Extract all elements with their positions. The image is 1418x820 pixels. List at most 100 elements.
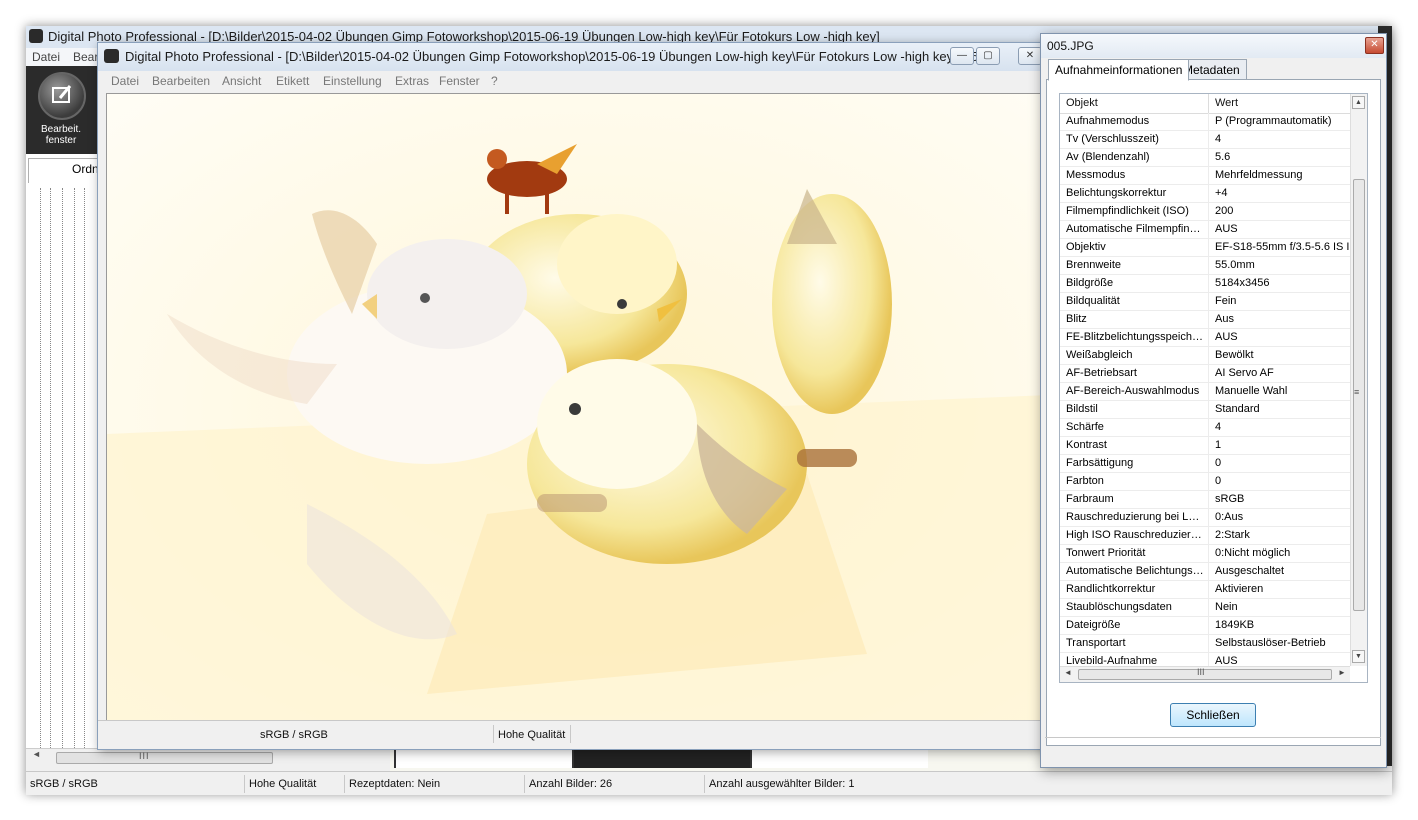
info-value: EF-S18-55mm f/3.5-5.6 IS II — [1215, 241, 1349, 253]
status-divider — [244, 775, 245, 793]
scroll-left-icon[interactable]: ◄ — [32, 749, 41, 759]
menu-etikett[interactable]: Etikett — [276, 74, 309, 88]
tab-folders-label: Ordn — [72, 162, 99, 176]
menu-ansicht[interactable]: Ansicht — [222, 74, 261, 88]
list-item[interactable]: Farbton 0 — [1060, 473, 1350, 491]
column-divider — [1208, 221, 1209, 238]
info-key: Randlichtkorrektur — [1066, 583, 1156, 595]
list-item[interactable]: Tonwert Priorität 0:Nicht möglich — [1060, 545, 1350, 563]
status-selected-count: Anzahl ausgewählter Bilder: 1 — [709, 778, 855, 790]
list-item[interactable]: Dateigröße 1849KB — [1060, 617, 1350, 635]
tab-shooting-info[interactable]: Aufnahmeinformationen — [1048, 59, 1190, 81]
tree-guide — [74, 188, 75, 748]
list-item[interactable]: Kontrast 1 — [1060, 437, 1350, 455]
status-color-space: sRGB / sRGB — [260, 729, 328, 741]
info-value: Aus — [1215, 313, 1234, 325]
info-key: Schärfe — [1066, 421, 1104, 433]
status-image-count: Anzahl Bilder: 26 — [529, 778, 613, 790]
list-item[interactable]: Aufnahmemodus P (Programmautomatik) — [1060, 113, 1350, 131]
list-item[interactable]: High ISO Rauschreduzierung 2:Stark — [1060, 527, 1350, 545]
list-item[interactable]: Weißabgleich Bewölkt — [1060, 347, 1350, 365]
scroll-right-icon[interactable]: ► — [1338, 668, 1346, 677]
info-key: Kontrast — [1066, 439, 1107, 451]
list-header: Objekt Wert — [1060, 94, 1350, 114]
scroll-grip-icon: ≡ — [1354, 387, 1360, 397]
shooting-info-list[interactable]: Objekt Wert Aufnahmemodus P (Programmauto… — [1059, 93, 1368, 683]
list-item[interactable]: FE-Blitzbelichtungsspeicher... AUS — [1060, 329, 1350, 347]
menu-bearbeiten[interactable]: Bearbeiten — [152, 74, 210, 88]
edit-menubar: Datei Bearbeiten Ansicht Etikett Einstel… — [98, 71, 1076, 91]
menu-bearbeiten[interactable]: Bear — [73, 50, 98, 64]
list-item[interactable]: Farbraum sRGB — [1060, 491, 1350, 509]
menu-datei[interactable]: Datei — [32, 50, 60, 64]
column-header-value[interactable]: Wert — [1215, 97, 1238, 109]
edit-statusbar: sRGB / sRGB Hohe Qualität — [98, 720, 1076, 747]
info-key: Brennweite — [1066, 259, 1122, 271]
scroll-thumb[interactable] — [1078, 669, 1332, 680]
list-item[interactable]: Bildgröße 5184x3456 — [1060, 275, 1350, 293]
list-item[interactable]: Bildstil Standard — [1060, 401, 1350, 419]
photo-canvas[interactable] — [106, 93, 1074, 722]
list-item[interactable]: Messmodus Mehrfeldmessung — [1060, 167, 1350, 185]
list-item[interactable]: Staublöschungsdaten Nein — [1060, 599, 1350, 617]
edit-titlebar[interactable]: Digital Photo Professional - [D:\Bilder\… — [98, 43, 1076, 71]
list-item[interactable]: Automatische Filmempfindli... AUS — [1060, 221, 1350, 239]
menu-help[interactable]: ? — [491, 74, 498, 88]
list-item[interactable]: AF-Bereich-Auswahlmodus Manuelle Wahl — [1060, 383, 1350, 401]
edit-window-button-label: Bearbeit. fenster — [40, 124, 82, 146]
list-item[interactable]: Transportart Selbstauslöser-Betrieb — [1060, 635, 1350, 653]
info-value: 0 — [1215, 457, 1222, 469]
list-item[interactable]: Belichtungskorrektur +4 — [1060, 185, 1350, 203]
info-value: P (Programmautomatik) — [1215, 115, 1332, 127]
menu-extras[interactable]: Extras — [395, 74, 429, 88]
maximize-button[interactable]: ▢ — [976, 47, 1000, 65]
scroll-up-icon[interactable]: ▲ — [1352, 96, 1365, 109]
info-value: Ausgeschaltet — [1215, 565, 1285, 577]
scroll-left-icon[interactable]: ◄ — [1064, 668, 1072, 677]
list-item[interactable]: Rauschreduzierung bei Lan... 0:Aus — [1060, 509, 1350, 527]
list-item[interactable]: Blitz Aus — [1060, 311, 1350, 329]
thumbnail-cell[interactable] — [572, 750, 750, 768]
menu-fenster[interactable]: Fenster — [439, 74, 480, 88]
close-button[interactable]: ✕ — [1018, 47, 1042, 65]
list-item[interactable]: Brennweite 55.0mm — [1060, 257, 1350, 275]
list-item[interactable]: Randlichtkorrektur Aktivieren — [1060, 581, 1350, 599]
column-divider — [1208, 293, 1209, 310]
list-item[interactable]: Av (Blendenzahl) 5.6 — [1060, 149, 1350, 167]
scroll-down-icon[interactable]: ▼ — [1352, 650, 1365, 663]
thumbnail-cell[interactable] — [394, 750, 572, 768]
list-item[interactable]: Tv (Verschlusszeit) 4 — [1060, 131, 1350, 149]
edit-window-button[interactable] — [38, 72, 86, 120]
list-item[interactable]: Bildqualität Fein — [1060, 293, 1350, 311]
column-divider — [1208, 311, 1209, 328]
thumbnail-cell[interactable] — [750, 750, 928, 768]
info-value: AI Servo AF — [1215, 367, 1274, 379]
menu-einstellung[interactable]: Einstellung — [323, 74, 382, 88]
column-divider[interactable] — [1208, 94, 1209, 113]
list-item[interactable]: Objektiv EF-S18-55mm f/3.5-5.6 IS II — [1060, 239, 1350, 257]
column-divider — [1208, 491, 1209, 508]
list-item[interactable]: Schärfe 4 — [1060, 419, 1350, 437]
info-titlebar[interactable]: 005.JPG ✕ — [1041, 34, 1386, 58]
close-button[interactable]: Schließen — [1170, 703, 1256, 727]
close-icon[interactable]: ✕ — [1365, 37, 1384, 54]
info-key: Aufnahmemodus — [1066, 115, 1150, 127]
info-key: AF-Bereich-Auswahlmodus — [1066, 385, 1200, 397]
info-value: 5.6 — [1215, 151, 1231, 163]
minimize-button[interactable]: — — [950, 47, 974, 65]
column-divider — [1208, 185, 1209, 202]
scroll-thumb[interactable] — [56, 752, 273, 764]
main-toolbar: Bearbeit. fenster — [26, 66, 98, 154]
info-value: Manuelle Wahl — [1215, 385, 1288, 397]
list-item[interactable]: Farbsättigung 0 — [1060, 455, 1350, 473]
column-divider — [1208, 275, 1209, 292]
list-item[interactable]: Filmempfindlichkeit (ISO) 200 — [1060, 203, 1350, 221]
info-value: +4 — [1215, 187, 1228, 199]
status-divider — [524, 775, 525, 793]
list-item[interactable]: AF-Betriebsart AI Servo AF — [1060, 365, 1350, 383]
info-value: 1849KB — [1215, 619, 1255, 631]
menu-datei[interactable]: Datei — [111, 74, 139, 88]
column-divider — [1208, 365, 1209, 382]
column-header-object[interactable]: Objekt — [1066, 97, 1098, 109]
list-item[interactable]: Automatische Belichtungso... Ausgeschalte… — [1060, 563, 1350, 581]
